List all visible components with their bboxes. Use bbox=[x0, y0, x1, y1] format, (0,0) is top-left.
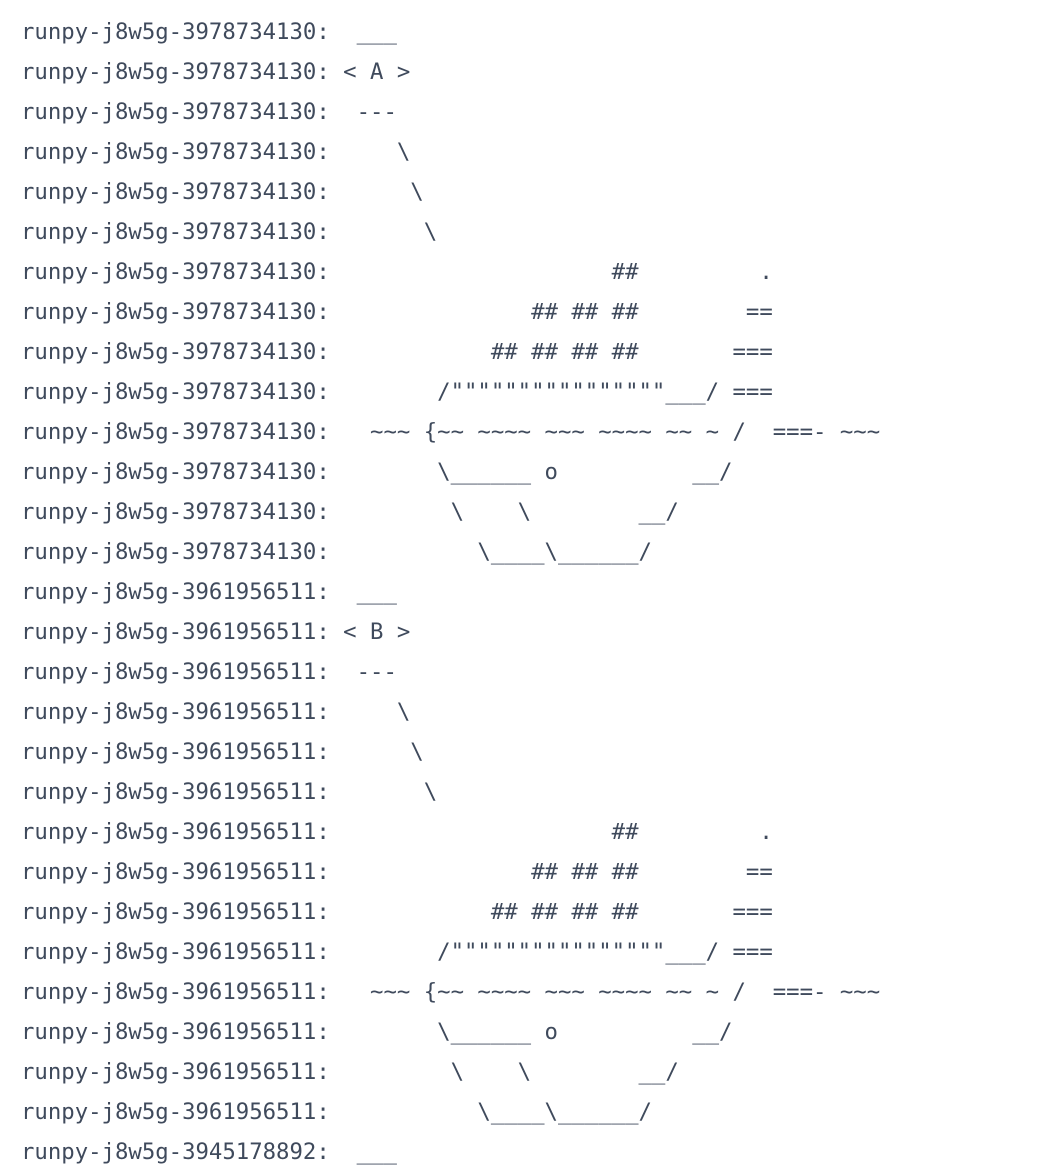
log-message: \ bbox=[329, 139, 411, 165]
pod-name-prefix: runpy-j8w5g-3961956511: bbox=[21, 659, 330, 685]
log-message: ~~~ {~~ ~~~~ ~~~ ~~~~ ~~ ~ / ===- ~~~ bbox=[329, 979, 881, 1005]
log-line: runpy-j8w5g-3978734130: \ bbox=[21, 132, 410, 172]
pod-name-prefix: runpy-j8w5g-3978734130: bbox=[21, 499, 330, 525]
log-line: runpy-j8w5g-3978734130: ## ## ## ## === bbox=[21, 332, 773, 372]
log-message: \ bbox=[329, 219, 438, 245]
log-message: \______ o __/ bbox=[329, 1019, 733, 1045]
pod-name-prefix: runpy-j8w5g-3961956511: bbox=[21, 859, 330, 885]
log-message: \ \ __/ bbox=[329, 499, 679, 525]
log-message: \____\______/ bbox=[329, 1099, 652, 1125]
log-message: ## ## ## ## === bbox=[329, 339, 773, 365]
log-line: runpy-j8w5g-3978734130: ___ bbox=[21, 12, 397, 52]
log-line: runpy-j8w5g-3961956511: < B > bbox=[21, 612, 410, 652]
log-message: \ bbox=[329, 779, 438, 805]
log-line: runpy-j8w5g-3978734130: ~~~ {~~ ~~~~ ~~~… bbox=[21, 412, 880, 452]
pod-name-prefix: runpy-j8w5g-3961956511: bbox=[21, 619, 330, 645]
log-message: --- bbox=[329, 99, 397, 125]
log-message: ___ bbox=[329, 1139, 397, 1165]
pod-name-prefix: runpy-j8w5g-3978734130: bbox=[21, 219, 330, 245]
log-message: ___ bbox=[329, 579, 397, 605]
log-line: runpy-j8w5g-3961956511: \______ o __/ bbox=[21, 1012, 732, 1052]
pod-name-prefix: runpy-j8w5g-3978734130: bbox=[21, 19, 330, 45]
log-message: ## ## ## == bbox=[329, 299, 773, 325]
pod-name-prefix: runpy-j8w5g-3978734130: bbox=[21, 139, 330, 165]
pod-name-prefix: runpy-j8w5g-3961956511: bbox=[21, 979, 330, 1005]
log-line: runpy-j8w5g-3961956511: \____\______/ bbox=[21, 1092, 652, 1132]
log-line: runpy-j8w5g-3978734130: --- bbox=[21, 92, 397, 132]
log-line: runpy-j8w5g-3961956511: ## . bbox=[21, 812, 773, 852]
log-message: < A > bbox=[329, 59, 411, 85]
pod-name-prefix: runpy-j8w5g-3978734130: bbox=[21, 539, 330, 565]
log-line: runpy-j8w5g-3961956511: \ \ __/ bbox=[21, 1052, 679, 1092]
pod-name-prefix: runpy-j8w5g-3961956511: bbox=[21, 1019, 330, 1045]
pod-name-prefix: runpy-j8w5g-3978734130: bbox=[21, 259, 330, 285]
log-message: \ bbox=[329, 739, 424, 765]
log-message: \ \ __/ bbox=[329, 1059, 679, 1085]
log-line: runpy-j8w5g-3978734130: ## ## ## == bbox=[21, 292, 773, 332]
pod-name-prefix: runpy-j8w5g-3978734130: bbox=[21, 339, 330, 365]
log-message: \ bbox=[329, 699, 411, 725]
log-line: runpy-j8w5g-3978734130: \ bbox=[21, 172, 424, 212]
log-line: runpy-j8w5g-3961956511: ## ## ## == bbox=[21, 852, 773, 892]
pod-name-prefix: runpy-j8w5g-3961956511: bbox=[21, 1059, 330, 1085]
pod-name-prefix: runpy-j8w5g-3978734130: bbox=[21, 99, 330, 125]
log-line: runpy-j8w5g-3945178892: ___ bbox=[21, 1132, 397, 1172]
pod-name-prefix: runpy-j8w5g-3978734130: bbox=[21, 459, 330, 485]
log-output[interactable]: runpy-j8w5g-3978734130: ___ runpy-j8w5g-3… bbox=[0, 0, 1056, 1174]
log-line: runpy-j8w5g-3978734130: ## . bbox=[21, 252, 773, 292]
pod-name-prefix: runpy-j8w5g-3961956511: bbox=[21, 739, 330, 765]
log-line: runpy-j8w5g-3978734130: \______ o __/ bbox=[21, 452, 732, 492]
pod-name-prefix: runpy-j8w5g-3961956511: bbox=[21, 1099, 330, 1125]
log-message: \______ o __/ bbox=[329, 459, 733, 485]
log-line: runpy-j8w5g-3961956511: /"""""""""""""""… bbox=[21, 932, 773, 972]
pod-name-prefix: runpy-j8w5g-3961956511: bbox=[21, 939, 330, 965]
pod-name-prefix: runpy-j8w5g-3961956511: bbox=[21, 899, 330, 925]
log-message: ## ## ## ## === bbox=[329, 899, 773, 925]
log-message: ___ bbox=[329, 19, 397, 45]
log-line: runpy-j8w5g-3961956511: ___ bbox=[21, 572, 397, 612]
log-line: runpy-j8w5g-3978734130: < A > bbox=[21, 52, 410, 92]
pod-name-prefix: runpy-j8w5g-3978734130: bbox=[21, 419, 330, 445]
log-message: --- bbox=[329, 659, 397, 685]
pod-name-prefix: runpy-j8w5g-3945178892: bbox=[21, 1139, 330, 1165]
log-message: \____\______/ bbox=[329, 539, 652, 565]
log-line: runpy-j8w5g-3961956511: \ bbox=[21, 692, 410, 732]
log-line: runpy-j8w5g-3961956511: \ bbox=[21, 772, 437, 812]
log-line: runpy-j8w5g-3961956511: --- bbox=[21, 652, 397, 692]
log-line: runpy-j8w5g-3978734130: \ bbox=[21, 212, 437, 252]
pod-name-prefix: runpy-j8w5g-3961956511: bbox=[21, 579, 330, 605]
log-message: /""""""""""""""""___/ === bbox=[329, 939, 773, 965]
log-message: ## . bbox=[329, 819, 773, 845]
pod-name-prefix: runpy-j8w5g-3961956511: bbox=[21, 779, 330, 805]
pod-name-prefix: runpy-j8w5g-3961956511: bbox=[21, 699, 330, 725]
pod-name-prefix: runpy-j8w5g-3978734130: bbox=[21, 299, 330, 325]
log-line: runpy-j8w5g-3961956511: \ bbox=[21, 732, 424, 772]
log-line: runpy-j8w5g-3978734130: \____\______/ bbox=[21, 532, 652, 572]
log-message: \ bbox=[329, 179, 424, 205]
log-line: runpy-j8w5g-3961956511: ~~~ {~~ ~~~~ ~~~… bbox=[21, 972, 880, 1012]
log-message: /""""""""""""""""___/ === bbox=[329, 379, 773, 405]
log-message: < B > bbox=[329, 619, 411, 645]
log-message: ## . bbox=[329, 259, 773, 285]
pod-name-prefix: runpy-j8w5g-3978734130: bbox=[21, 379, 330, 405]
log-line: runpy-j8w5g-3961956511: ## ## ## ## === bbox=[21, 892, 773, 932]
log-message: ## ## ## == bbox=[329, 859, 773, 885]
log-line: runpy-j8w5g-3978734130: \ \ __/ bbox=[21, 492, 679, 532]
pod-name-prefix: runpy-j8w5g-3978734130: bbox=[21, 59, 330, 85]
log-line: runpy-j8w5g-3978734130: /"""""""""""""""… bbox=[21, 372, 773, 412]
pod-name-prefix: runpy-j8w5g-3978734130: bbox=[21, 179, 330, 205]
log-message: ~~~ {~~ ~~~~ ~~~ ~~~~ ~~ ~ / ===- ~~~ bbox=[329, 419, 881, 445]
pod-name-prefix: runpy-j8w5g-3961956511: bbox=[21, 819, 330, 845]
